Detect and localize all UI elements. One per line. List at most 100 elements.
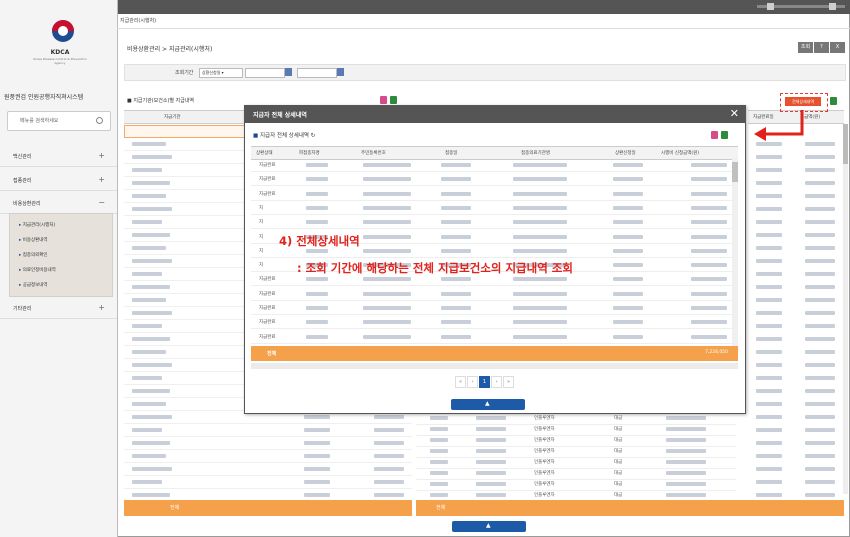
last-page-button[interactable]: » <box>503 376 514 388</box>
excel-icon[interactable] <box>830 97 837 105</box>
tab-payment-management[interactable]: 지급관리(시행처) <box>120 17 156 24</box>
table-row[interactable] <box>124 450 412 463</box>
status-text: 대금 <box>614 427 623 432</box>
user-icon[interactable] <box>767 3 774 10</box>
modal-collapse-button[interactable]: ▲ <box>451 399 525 410</box>
table-row[interactable] <box>124 437 412 450</box>
callout-description: : 조회 기간에 해당하는 전체 지급보건소의 지급내역 조회 <box>297 261 573 275</box>
column-header: 시행비 신청금액(원) <box>661 151 700 156</box>
menu-label: 백신관리 <box>13 154 32 160</box>
logo-name: KDCA <box>50 49 70 56</box>
end-date-input[interactable] <box>297 68 337 78</box>
table-row[interactable] <box>124 463 412 476</box>
amount-cell <box>756 402 782 406</box>
divider <box>117 28 850 29</box>
amount-cell <box>756 493 782 497</box>
amount-cell <box>756 220 782 224</box>
status-text: 대금 <box>614 482 623 487</box>
amount-cell <box>756 428 782 432</box>
total-label: 전체 <box>267 351 277 357</box>
status-text: 지급완료 <box>259 306 276 311</box>
menu-label: 기타관리 <box>13 306 32 312</box>
column-header: 피접종자명 <box>299 151 320 156</box>
help-button[interactable]: ? <box>814 42 829 53</box>
table-row[interactable]: 지급완료 <box>251 331 738 344</box>
print-icon[interactable] <box>380 96 387 104</box>
main-scrollbar[interactable] <box>843 124 848 494</box>
close-icon[interactable]: ✕ <box>730 107 739 121</box>
menu-etc[interactable]: 기타관리 + <box>0 298 117 319</box>
table-row[interactable]: 지 <box>251 216 738 230</box>
status-text: 지급완료 <box>259 177 276 183</box>
submenu-item-referral[interactable]: ▸ 접종의뢰확인 <box>19 252 48 258</box>
amount-cell <box>756 480 782 484</box>
amount-cell <box>805 350 835 354</box>
menu-vaccination[interactable]: 접종관리 + <box>0 170 117 191</box>
expand-icon[interactable]: + <box>98 175 105 184</box>
expand-icon[interactable]: + <box>98 151 105 160</box>
menu-search-input[interactable]: 메뉴를 검색하세요 <box>7 111 111 131</box>
chevron-up-icon: ▲ <box>486 522 491 529</box>
amount-cell <box>805 441 835 445</box>
calendar-icon[interactable] <box>337 68 344 76</box>
table-row[interactable]: 지급완료 <box>251 173 738 187</box>
modal-scrollbar[interactable] <box>732 158 738 346</box>
search-placeholder: 메뉴를 검색하세요 <box>20 118 59 124</box>
search-button[interactable]: 조회 <box>798 42 813 53</box>
status-text: 대금 <box>614 493 623 498</box>
amount-cell <box>805 233 835 237</box>
vaccine-type: 인플루엔자 <box>534 427 555 432</box>
table-row[interactable]: 지급완료 <box>251 159 738 172</box>
amount-cell <box>756 311 782 315</box>
submenu-item-reimbursement[interactable]: ▸ 비용상환내역 <box>19 237 48 243</box>
amount-cell <box>756 376 782 380</box>
next-page-button[interactable]: › <box>491 376 502 388</box>
amount-cell <box>756 246 782 250</box>
table-row[interactable]: 지급완료 <box>251 288 738 301</box>
logout-icon[interactable] <box>829 3 836 10</box>
system-name: 원풍권검 인원공행자직쳐시스템 <box>4 94 84 101</box>
table-row[interactable] <box>124 476 412 489</box>
amount-cell <box>756 272 782 276</box>
excel-icon[interactable] <box>721 131 728 139</box>
status-text: 대금 <box>614 471 623 476</box>
amount-cell <box>756 181 782 185</box>
modal-title: 지급자 전체 상세내역 <box>253 112 307 119</box>
submenu-item-medical-cost[interactable]: ▸ 의료인정비용내역 <box>19 267 56 273</box>
amount-cell <box>805 415 835 419</box>
menu-vaccine[interactable]: 백신관리 + <box>0 146 117 167</box>
status-text: 지 <box>259 263 264 269</box>
modal-total-row: 전체 7,228,050 <box>251 346 738 361</box>
vaccine-type: 인플루엔자 <box>534 449 555 454</box>
full-detail-button[interactable]: 전체상세내역 <box>785 97 821 106</box>
expand-icon[interactable]: + <box>98 303 105 312</box>
column-header: 접종일 <box>445 151 458 156</box>
table-row[interactable]: 지 <box>251 202 738 215</box>
start-date-input[interactable] <box>245 68 285 78</box>
amount-cell <box>756 389 782 393</box>
table-row[interactable]: 지급완료 <box>251 188 738 201</box>
prev-page-button[interactable]: ‹ <box>467 376 478 388</box>
page-1-button[interactable]: 1 <box>479 376 490 388</box>
table-row[interactable]: 지급완료 <box>251 316 738 330</box>
excel-icon[interactable] <box>390 96 397 104</box>
close-button[interactable]: X <box>830 42 845 53</box>
submenu-item-supply[interactable]: ▸ 공급정보내역 <box>19 282 48 288</box>
table-row[interactable]: 지급완료 <box>251 302 738 315</box>
amount-cell <box>805 363 835 367</box>
search-icon[interactable] <box>96 117 103 124</box>
menu-cost-reimbursement[interactable]: 비용상환관리 − <box>0 193 117 214</box>
sidebar: KDCA Korea Disease Control & Prevention … <box>0 0 118 537</box>
period-type-select[interactable]: 상환신청일 ▾ <box>199 68 243 78</box>
table-row[interactable] <box>124 424 412 437</box>
first-page-button[interactable]: « <box>455 376 466 388</box>
print-icon[interactable] <box>711 131 718 139</box>
calendar-icon[interactable] <box>285 68 292 76</box>
collapse-button[interactable]: ▲ <box>452 521 526 532</box>
status-text: 지급완료 <box>259 334 276 340</box>
collapse-icon[interactable]: − <box>98 198 105 207</box>
vaccine-type: 인플루엔자 <box>534 438 555 443</box>
top-bar <box>117 0 850 14</box>
modal-horizontal-scrollbar[interactable] <box>251 363 738 369</box>
submenu-item-payment[interactable]: ▸ 지급관리(시행처) <box>19 222 55 228</box>
